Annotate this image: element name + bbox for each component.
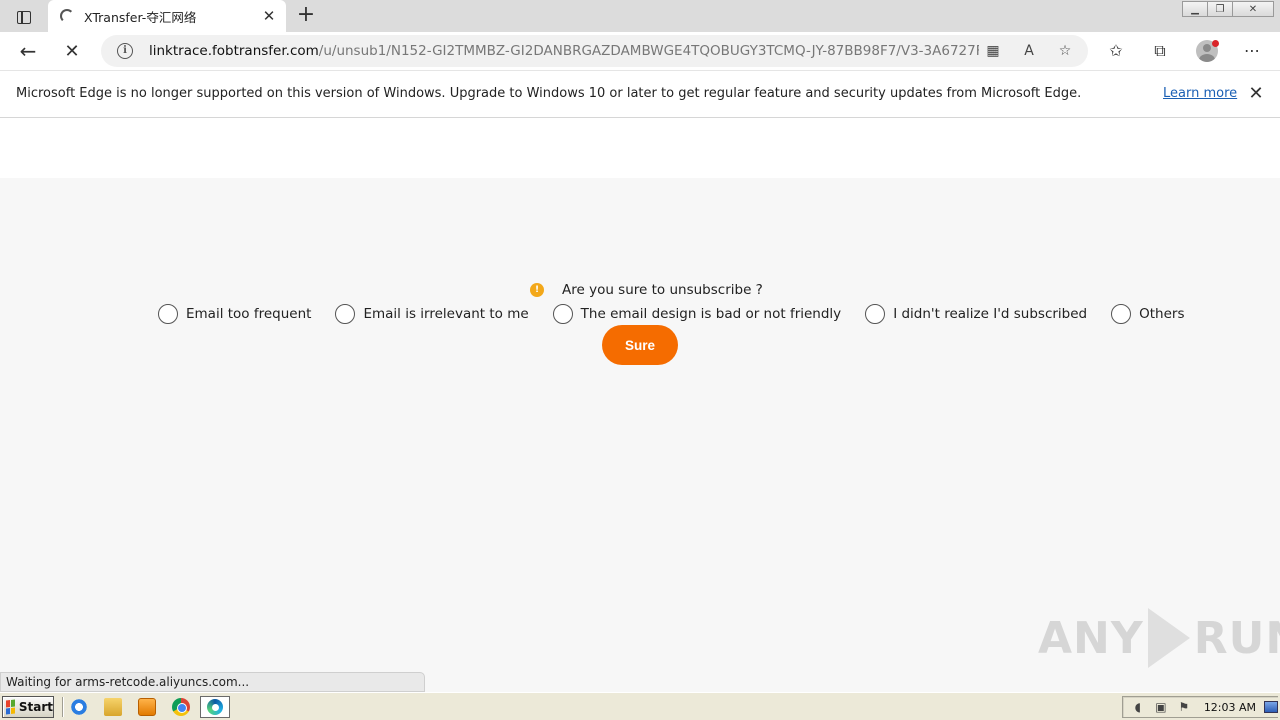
tab-actions-button[interactable] — [10, 7, 38, 27]
system-tray: ◖ ▣ ⚑ 12:03 AM — [1122, 696, 1278, 718]
tab-title: XTransfer-夺汇网络 — [84, 9, 197, 25]
more-menu-icon[interactable]: ⋯ — [1241, 41, 1263, 61]
status-text: Waiting for arms-retcode.aliyuncs.com... — [6, 675, 250, 689]
stop-loading-button[interactable]: ✕ — [58, 38, 86, 64]
window-close-button[interactable]: ✕ — [1232, 1, 1274, 17]
taskbar-separator — [62, 697, 64, 717]
show-desktop-icon[interactable] — [1264, 701, 1278, 713]
profile-status-dot — [1212, 40, 1219, 47]
back-arrow-icon: ← — [19, 39, 37, 63]
url-host: linktrace.fobtransfer.com — [149, 43, 319, 59]
clock[interactable]: 12:03 AM — [1204, 701, 1256, 714]
sure-button[interactable]: Sure — [602, 325, 678, 365]
reason-label: Email too frequent — [186, 306, 312, 322]
favorites-icon[interactable]: ✩ — [1105, 41, 1127, 61]
taskbar: Start ◖ ▣ ⚑ 12:03 AM — [0, 692, 1280, 720]
new-tab-button[interactable]: + — [294, 4, 318, 28]
read-aloud-icon[interactable]: A — [1019, 42, 1039, 60]
page-header — [0, 118, 1280, 178]
site-info-icon[interactable]: i — [117, 43, 133, 59]
app-available-icon[interactable]: ▦ — [983, 42, 1003, 60]
chrome-icon[interactable] — [172, 698, 190, 716]
media-player-icon[interactable] — [138, 698, 156, 716]
watermark-text-left: ANY — [1038, 612, 1144, 664]
action-center-flag-icon[interactable]: ⚑ — [1176, 699, 1192, 715]
watermark-play-icon — [1147, 608, 1190, 668]
reason-option-too-frequent[interactable]: Email too frequent — [158, 304, 311, 324]
edge-icon — [207, 699, 223, 715]
anyrun-watermark: ANY RUN — [1038, 608, 1280, 668]
warning-icon: ! — [530, 283, 544, 297]
reason-option-didnt-subscribe[interactable]: I didn't realize I'd subscribed — [865, 304, 1087, 324]
start-label: Start — [18, 700, 53, 714]
question-text: Are you sure to unsubscribe ? — [562, 282, 763, 298]
unsupported-os-infobar: Microsoft Edge is no longer supported on… — [0, 70, 1280, 118]
restore-button[interactable]: ❐ — [1207, 1, 1233, 17]
loading-spinner-icon — [60, 9, 74, 23]
radio-button[interactable] — [1111, 304, 1132, 324]
file-explorer-icon[interactable] — [104, 698, 122, 716]
start-button[interactable]: Start — [2, 696, 54, 718]
unsubscribe-question: ! Are you sure to unsubscribe ? — [530, 280, 763, 300]
tab-bar: XTransfer-夺汇网络 ✕ + ▁ ❐ ✕ — [0, 0, 1280, 32]
reason-label: Others — [1139, 306, 1185, 322]
volume-icon[interactable]: ◖ — [1130, 699, 1146, 715]
active-tab[interactable]: XTransfer-夺汇网络 ✕ — [48, 0, 286, 32]
reason-option-bad-design[interactable]: The email design is bad or not friendly — [552, 304, 842, 324]
reason-option-irrelevant[interactable]: Email is irrelevant to me — [335, 304, 529, 324]
minimize-button[interactable]: ▁ — [1182, 1, 1208, 17]
reason-radio-group: Email too frequent Email is irrelevant t… — [158, 302, 1185, 326]
radio-button[interactable] — [552, 304, 573, 324]
add-favorite-icon[interactable]: ☆ — [1055, 42, 1075, 60]
radio-button[interactable] — [335, 304, 356, 324]
back-button[interactable]: ← — [14, 38, 42, 64]
address-bar[interactable]: i linktrace.fobtransfer.com/u/unsub1/N15… — [101, 35, 1088, 67]
radio-button[interactable] — [865, 304, 886, 324]
browser-toolbar: ← ✕ i linktrace.fobtransfer.com/u/unsub1… — [0, 32, 1280, 70]
internet-explorer-icon[interactable] — [70, 698, 88, 716]
radio-button[interactable] — [158, 304, 178, 324]
tab-actions-icon — [17, 10, 31, 24]
window-controls: ▁ ❐ ✕ — [1182, 1, 1274, 17]
reason-label: Email is irrelevant to me — [363, 306, 529, 322]
reason-option-others[interactable]: Others — [1111, 304, 1185, 324]
edge-taskbar-button[interactable] — [200, 696, 230, 718]
reason-label: I didn't realize I'd subscribed — [893, 306, 1088, 322]
status-bar: Waiting for arms-retcode.aliyuncs.com... — [0, 672, 425, 692]
tab-close-icon[interactable]: ✕ — [260, 7, 278, 25]
windows-logo-icon — [6, 699, 15, 715]
collections-icon[interactable]: ⧉ — [1149, 41, 1171, 61]
url-path: /u/unsub1/N152-GI2TMMBZ-GI2DANBRGAZDAMBW… — [318, 43, 979, 59]
watermark-text-right: RUN — [1193, 612, 1280, 664]
network-icon[interactable]: ▣ — [1153, 699, 1169, 715]
infobar-close-icon[interactable]: ✕ — [1245, 83, 1267, 105]
reason-label: The email design is bad or not friendly — [580, 306, 842, 322]
infobar-message: Microsoft Edge is no longer supported on… — [16, 86, 1082, 101]
url-text[interactable]: linktrace.fobtransfer.com/u/unsub1/N152-… — [149, 43, 979, 59]
unsubscribe-content: ! Are you sure to unsubscribe ? Email to… — [0, 178, 1280, 672]
stop-icon: ✕ — [64, 40, 80, 62]
learn-more-link[interactable]: Learn more — [1163, 86, 1237, 101]
